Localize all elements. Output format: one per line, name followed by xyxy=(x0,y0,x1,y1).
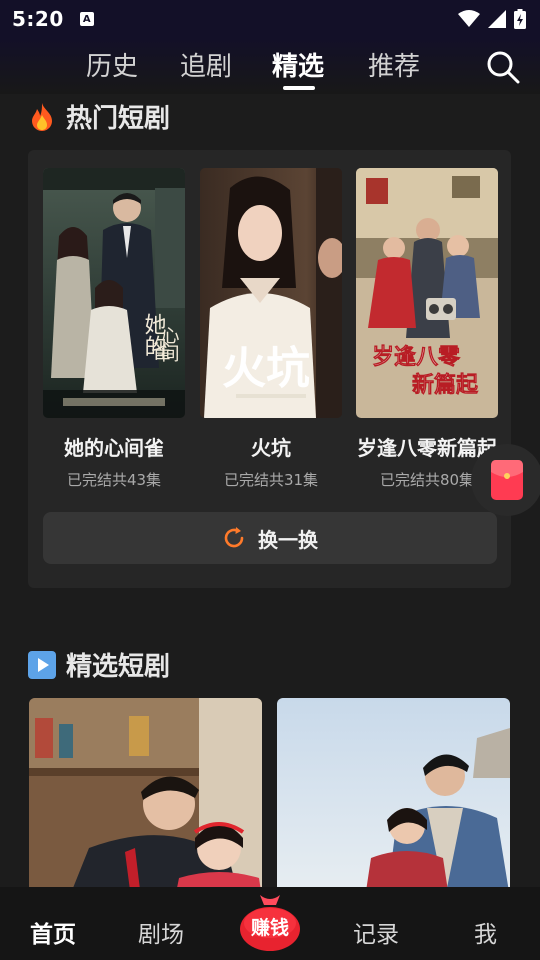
refresh-label: 换一换 xyxy=(258,527,318,552)
hot-drama-card: 她的 心间 雀 她的心间雀 已完结共43集 火坑 火坑 已完结共31集 岁逢八零… xyxy=(28,150,511,588)
drama-title[interactable]: 岁逢八零新篇起 xyxy=(356,432,498,461)
svg-text:火坑: 火坑 xyxy=(222,343,310,394)
drama-episode-count: 已完结共31集 xyxy=(223,471,319,489)
nav-records[interactable]: 记录 xyxy=(353,915,399,949)
featured-drama-poster[interactable] xyxy=(29,698,262,898)
drama-title[interactable]: 火坑 xyxy=(200,432,342,461)
nav-me[interactable]: 我 xyxy=(474,915,497,949)
drama-poster[interactable]: 火坑 xyxy=(200,168,342,418)
accessibility-a-icon: A xyxy=(79,12,94,26)
top-tab-bar: 历史 追剧 精选 推荐 xyxy=(0,38,540,94)
featured-section-header: 精选短剧 xyxy=(28,646,170,683)
nav-home[interactable]: 首页 xyxy=(30,915,76,949)
svg-text:雀: 雀 xyxy=(151,339,171,363)
drama-poster[interactable]: 岁逢八零 新篇起 xyxy=(356,168,498,418)
active-tab-indicator xyxy=(283,86,315,90)
featured-section-title: 精选短剧 xyxy=(66,652,171,682)
drama-poster[interactable]: 她的 心间 雀 xyxy=(43,168,185,418)
red-envelope-icon xyxy=(491,460,523,500)
signal-icon xyxy=(488,10,506,28)
featured-drama-poster[interactable] xyxy=(277,698,510,898)
hot-section-header: 热门短剧 xyxy=(28,98,170,135)
tab-following[interactable]: 追剧 xyxy=(180,46,232,83)
tab-recommend[interactable]: 推荐 xyxy=(368,46,420,83)
hot-section-title: 热门短剧 xyxy=(66,104,171,134)
tab-history[interactable]: 历史 xyxy=(86,46,138,83)
drama-episode-count: 已完结共43集 xyxy=(66,471,162,489)
refresh-icon xyxy=(224,527,244,548)
poster-image-her-heart: 她的 心间 雀 xyxy=(43,168,185,418)
svg-text:新篇起: 新篇起 xyxy=(412,372,479,398)
search-icon[interactable] xyxy=(485,49,521,85)
drama-title[interactable]: 她的心间雀 xyxy=(43,432,185,461)
drama-item[interactable]: 火坑 火坑 已完结共31集 xyxy=(200,168,342,490)
battery-charging-icon xyxy=(514,9,526,29)
red-packet-float-button[interactable] xyxy=(471,444,540,516)
status-time: 5:20 xyxy=(12,7,64,31)
poster-image-fire-pit: 火坑 xyxy=(200,168,342,418)
wifi-icon xyxy=(458,10,480,27)
status-bar: 5:20 A xyxy=(0,0,540,38)
nav-earn-button[interactable]: 赚钱 xyxy=(238,891,302,951)
refresh-button[interactable]: 换一换 xyxy=(43,512,497,564)
nav-theater[interactable]: 剧场 xyxy=(138,915,184,949)
poster-image-featured-2 xyxy=(277,698,510,898)
drama-item[interactable]: 她的 心间 雀 她的心间雀 已完结共43集 xyxy=(43,168,185,490)
fire-icon xyxy=(32,102,52,131)
nav-earn-label: 赚钱 xyxy=(250,917,289,939)
tab-featured[interactable]: 精选 xyxy=(272,46,324,83)
bottom-nav-bar: 首页 剧场 赚钱 记录 我 xyxy=(0,887,540,960)
play-icon xyxy=(28,650,56,679)
drama-item[interactable]: 岁逢八零 新篇起 岁逢八零新篇起 已完结共80集 xyxy=(356,168,498,490)
poster-image-eighties: 岁逢八零 新篇起 xyxy=(356,168,498,418)
poster-image-featured-1 xyxy=(29,698,262,898)
svg-text:岁逢八零: 岁逢八零 xyxy=(372,344,461,370)
